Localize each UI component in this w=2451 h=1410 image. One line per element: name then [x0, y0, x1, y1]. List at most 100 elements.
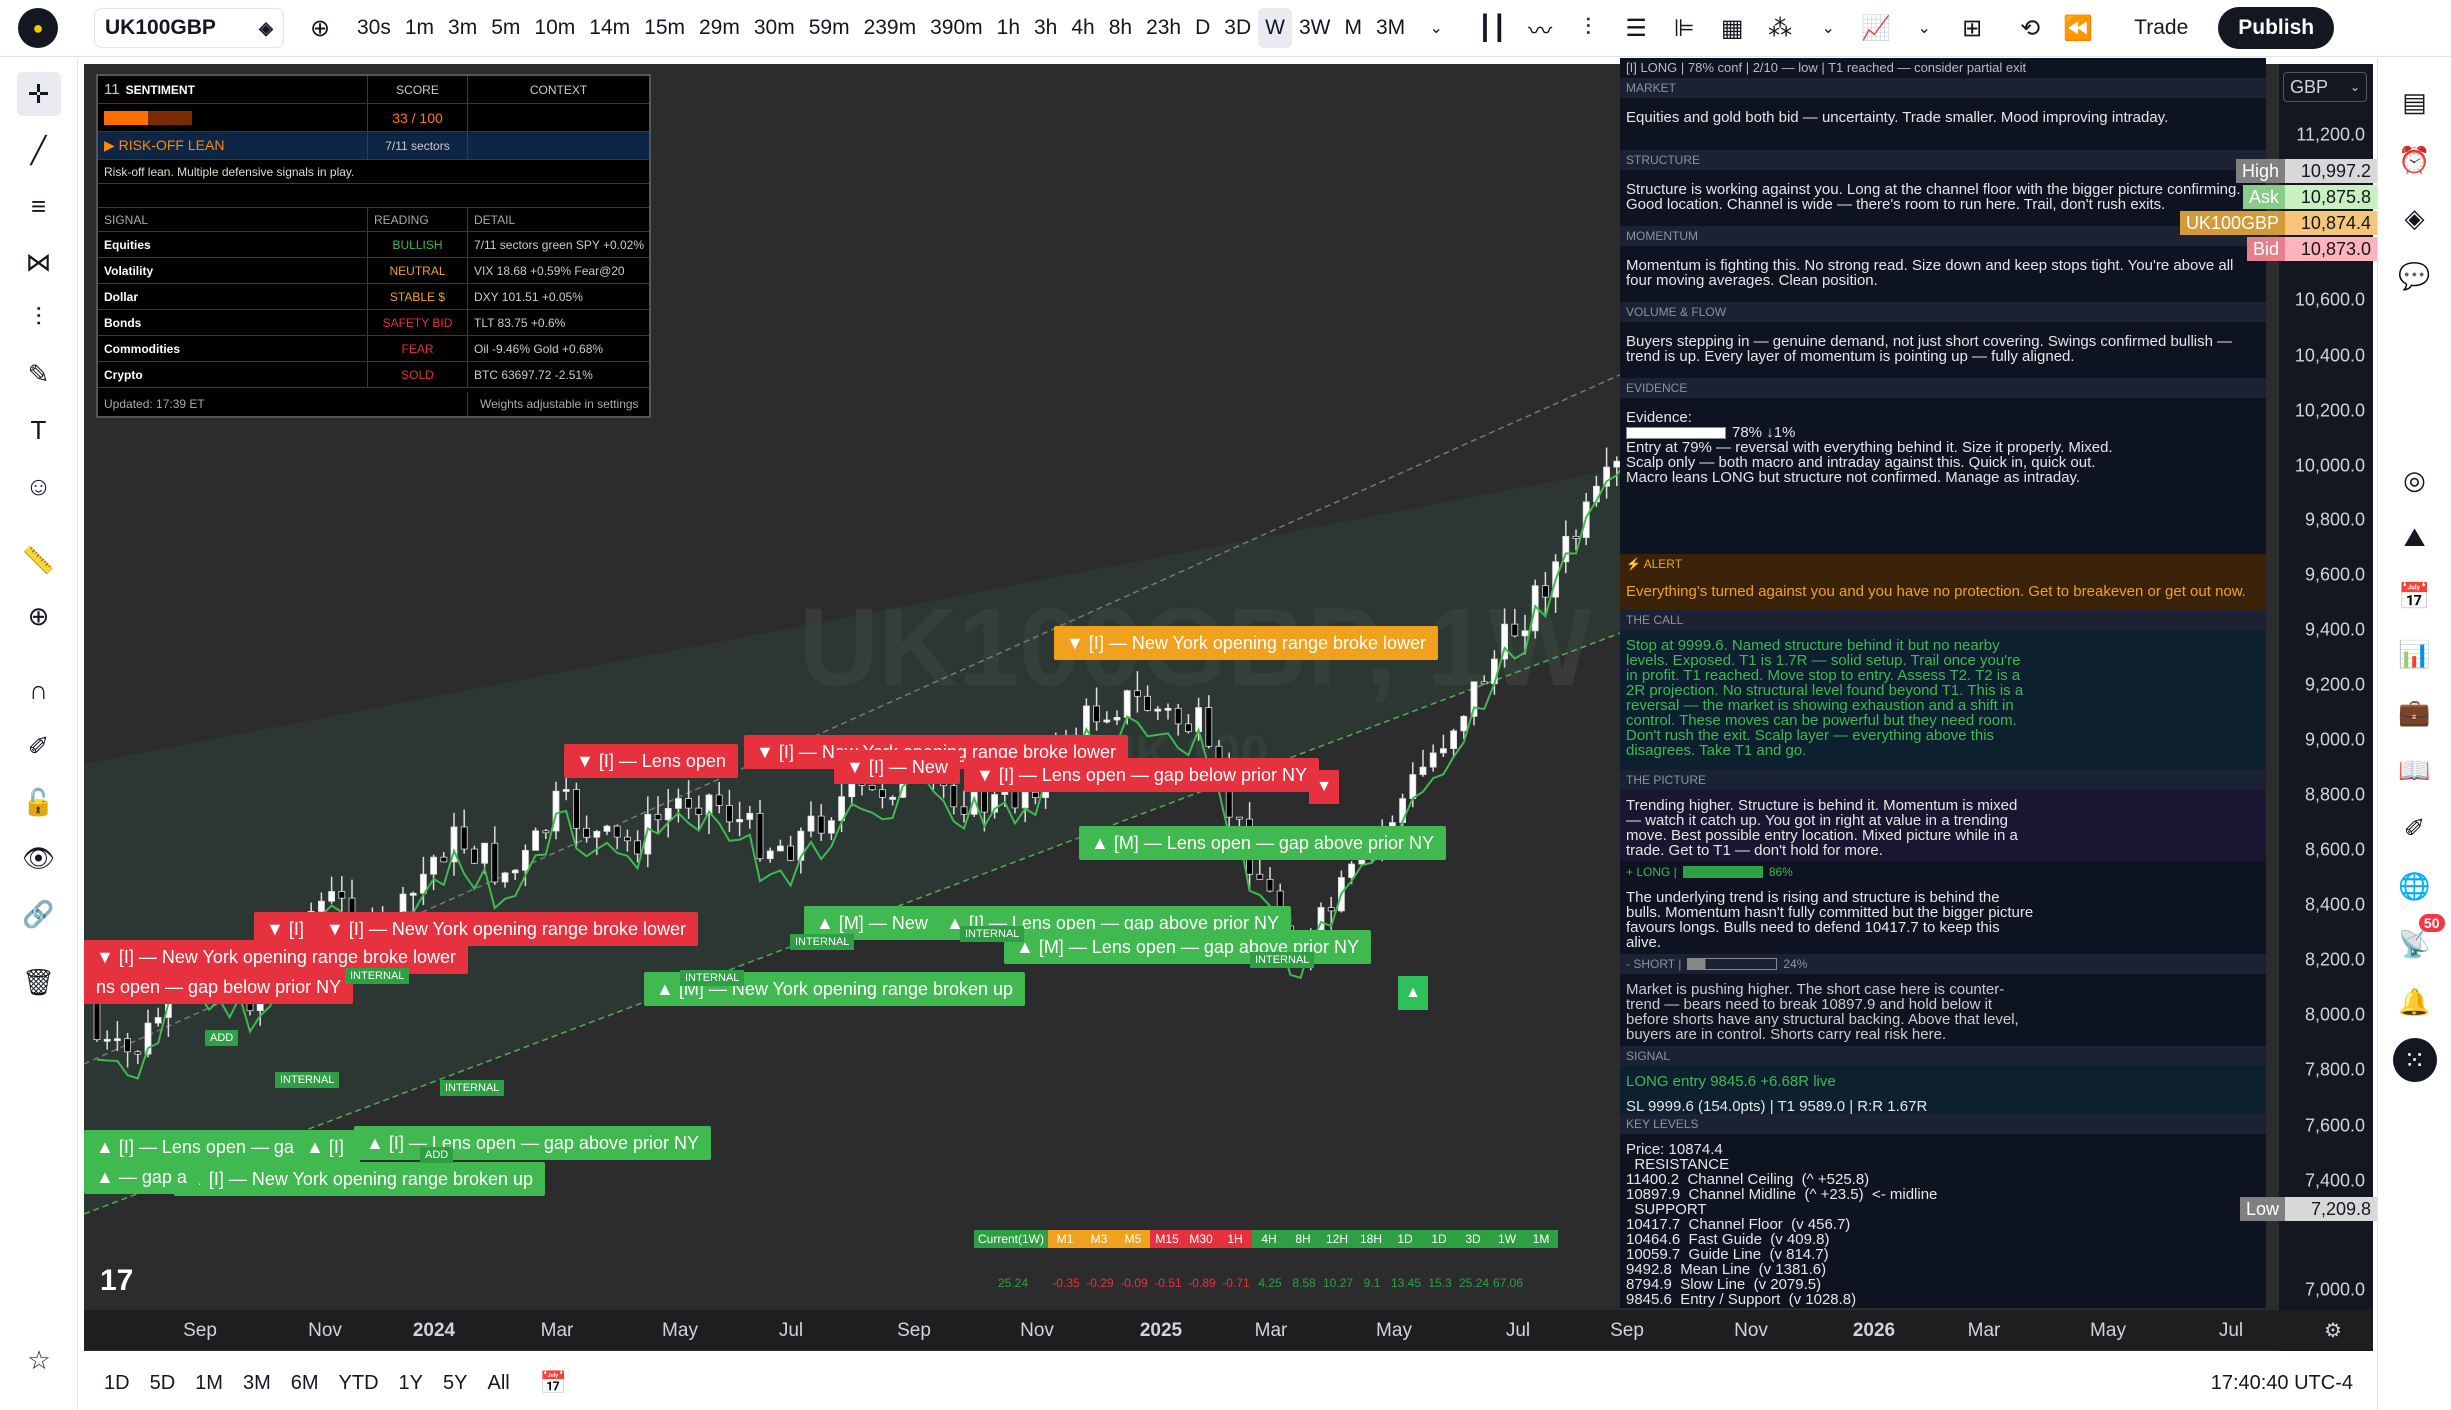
add-symbol-icon[interactable]: ⊕ [302, 10, 338, 46]
signal-label[interactable]: ▲ [M] — Lens open — gap above prior NY [1004, 930, 1371, 964]
favorites-star-icon[interactable]: ☆ [17, 1338, 61, 1382]
range-ytd[interactable]: YTD [329, 1372, 389, 1395]
clock[interactable]: 17:40:40 UTC-4 [2211, 1372, 2353, 1395]
levels-icon[interactable]: ☰ [1618, 10, 1654, 46]
interval-3w[interactable]: 3W [1292, 8, 1338, 48]
crosshair-icon[interactable]: ✛ [16, 72, 61, 116]
compare-diamond-icon[interactable]: ◈ [259, 18, 273, 39]
signal-label[interactable]: ▼ [I] — New York opening range broke low… [1054, 626, 1439, 660]
eye-icon[interactable]: 👁 [17, 836, 61, 880]
signal-label[interactable]: ▼ [I] — Lens open [564, 744, 738, 778]
signal-label[interactable]: ▼ [I] — New [834, 750, 960, 784]
drawing-icon[interactable]: ✐ [2393, 806, 2437, 850]
alerts-clock-icon[interactable]: ⏰ [2393, 138, 2437, 182]
interval-d[interactable]: D [1188, 8, 1217, 48]
signal-label[interactable]: ▲ [M] — Lens open — gap above prior NY [1079, 826, 1446, 860]
range-5y[interactable]: 5Y [433, 1372, 477, 1395]
rewind-icon[interactable]: ⏪ [2060, 10, 2096, 46]
settings-gear-icon[interactable]: ⚙ [2324, 1318, 2342, 1343]
portfolio-icon[interactable]: 💼 [2393, 690, 2437, 734]
signal-label[interactable]: ▼ [I] — New York opening range broke low… [314, 912, 699, 946]
interval-30m[interactable]: 30m [747, 8, 802, 48]
range-1m[interactable]: 1M [185, 1372, 233, 1395]
chevron-down-icon[interactable]: ⌄ [1418, 10, 1454, 46]
app-logo-icon[interactable]: ● [18, 8, 58, 48]
interval-29m[interactable]: 29m [692, 8, 747, 48]
indicators-icon[interactable]: ⫶ [1570, 10, 1606, 46]
interval-14m[interactable]: 14m [582, 8, 637, 48]
horizontal-lines-icon[interactable]: ≡ [17, 184, 61, 228]
globe-icon[interactable]: 🌐 [2393, 864, 2437, 908]
pattern-icon[interactable]: ⁂ [1762, 10, 1798, 46]
interval-3m[interactable]: 3m [441, 8, 484, 48]
interval-4h[interactable]: 4h [1064, 8, 1101, 48]
trash-icon[interactable]: 🗑 [17, 960, 61, 1004]
interval-m[interactable]: M [1337, 8, 1369, 48]
trade-button[interactable]: Trade [2116, 8, 2206, 48]
interval-30s[interactable]: 30s [350, 8, 398, 48]
signal-label[interactable]: ns open — gap below prior NY [84, 970, 354, 1004]
interval-239m[interactable]: 239m [857, 8, 924, 48]
grid-icon[interactable]: ▦ [1714, 10, 1750, 46]
interval-390m[interactable]: 390m [923, 8, 990, 48]
interval-3d[interactable]: 3D [1217, 8, 1258, 48]
signal-label[interactable]: ▲ [I] [294, 1130, 356, 1164]
interval-w[interactable]: W [1258, 8, 1292, 48]
legend-count[interactable]: 11 [104, 81, 120, 98]
align-icon[interactable]: ⊫ [1666, 10, 1702, 46]
bar-style-icon[interactable]: ┃┃ [1474, 10, 1510, 46]
line-chart-icon[interactable]: 〰 [1522, 10, 1558, 46]
signal-label[interactable]: ▲ [I] — Lens open — gap above prior NY [354, 1126, 711, 1160]
link-icon[interactable]: 🔗 [17, 892, 61, 936]
range-1d[interactable]: 1D [94, 1372, 140, 1395]
emoji-icon[interactable]: ☺ [17, 464, 61, 508]
fib-tool-icon[interactable]: ⫶ [17, 296, 61, 340]
range-all[interactable]: All [477, 1372, 519, 1395]
goto-date-icon[interactable]: 📅 [540, 1370, 567, 1396]
text-tool-icon[interactable]: T [17, 408, 61, 452]
trendline-icon[interactable]: ╱ [17, 128, 61, 172]
chevron-down-icon[interactable]: ⌄ [1810, 10, 1846, 46]
lock-icon[interactable]: 🔓 [17, 780, 61, 824]
interval-15m[interactable]: 15m [637, 8, 692, 48]
publish-button[interactable]: Publish [2218, 7, 2335, 49]
ruler-icon[interactable]: 📏 [17, 538, 61, 582]
range-1y[interactable]: 1Y [389, 1372, 433, 1395]
zoom-in-icon[interactable]: ⊕ [17, 594, 61, 638]
screener-icon[interactable]: 📊 [2393, 632, 2437, 676]
interval-3h[interactable]: 3h [1027, 8, 1064, 48]
range-3m[interactable]: 3M [233, 1372, 281, 1395]
time-axis[interactable]: Sep Nov 2024 Mar May Jul Sep Nov 2025 Mar May Jul Se… [84, 1310, 2373, 1350]
chat-icon[interactable]: 💬 [2393, 254, 2437, 298]
pattern-tool-icon[interactable]: ⋈ [17, 240, 61, 284]
target-icon[interactable]: ◎ [2393, 458, 2437, 502]
calendar-icon[interactable]: 📅 [2393, 574, 2437, 618]
signal-label[interactable]: ▼ [I] [254, 912, 316, 946]
signal-label[interactable]: ▲ [I] — New York opening range broken up [174, 1162, 546, 1196]
layers-icon[interactable]: ◈ [2393, 196, 2437, 240]
signal-label[interactable]: ▼ [I] — Lens open — gap below prior NY [964, 758, 1319, 792]
currency-selector[interactable]: GBP ⌄ [2283, 72, 2367, 102]
bell-icon[interactable]: 🔔 [2393, 980, 2437, 1024]
ideas-icon[interactable]: ⛰ [2393, 516, 2437, 560]
interval-1h[interactable]: 1h [990, 8, 1027, 48]
layout-icon[interactable]: ⊞ [1954, 10, 1990, 46]
interval-10m[interactable]: 10m [527, 8, 582, 48]
book-icon[interactable]: 📖 [2393, 748, 2437, 792]
apps-grid-icon[interactable]: ⁙ [2392, 1038, 2437, 1082]
signal-label[interactable]: ▲ — gap a [84, 1160, 199, 1194]
interval-8h[interactable]: 8h [1102, 8, 1139, 48]
range-6m[interactable]: 6M [281, 1372, 329, 1395]
interval-3m[interactable]: 3M [1369, 8, 1412, 48]
brush-icon[interactable]: ✎ [17, 352, 61, 396]
replay-clock-icon[interactable]: ⟲ [2012, 10, 2048, 46]
interval-23h[interactable]: 23h [1139, 8, 1188, 48]
broadcast-icon[interactable]: 📡 50 [2393, 914, 2445, 966]
symbol-search-button[interactable]: UK100GBP ◈ [94, 8, 284, 48]
alert-chart-icon[interactable]: 📈 [1858, 10, 1894, 46]
interval-5m[interactable]: 5m [484, 8, 527, 48]
interval-1m[interactable]: 1m [398, 8, 441, 48]
interval-59m[interactable]: 59m [802, 8, 857, 48]
lock-drawing-icon[interactable]: ✐ [17, 724, 61, 768]
range-5d[interactable]: 5D [140, 1372, 186, 1395]
